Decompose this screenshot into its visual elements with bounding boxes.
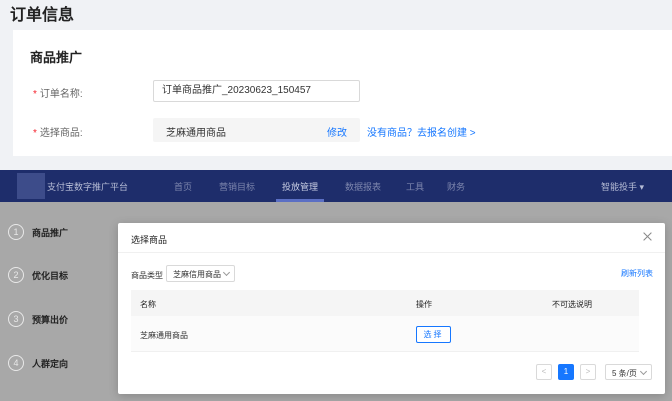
column-header-note: 不可选说明 xyxy=(552,300,592,309)
order-info-section: 订单信息 商品推广 * 订单名称: 订单商品推广_20230623_150457 … xyxy=(0,0,672,170)
product-label-text: 选择商品: xyxy=(39,128,83,139)
step-number: 1 xyxy=(8,224,24,240)
order-name-label: * 订单名称: xyxy=(33,85,83,100)
select-product-modal: 选择商品 商品类型 芝麻信用商品 刷新列表 名称 操作 不可选说明 芝麻通用商品… xyxy=(118,223,665,394)
nav-item-tools[interactable]: 工具 xyxy=(406,180,424,193)
step-number: 2 xyxy=(8,267,24,283)
chevron-down-icon xyxy=(222,268,231,277)
top-navbar: 支付宝数字推广平台 首页 营销目标 投放管理 数据报表 工具 财务 智能投手 ▾ xyxy=(0,170,672,202)
product-type-label: 商品类型 xyxy=(131,271,163,280)
platform-brand: 支付宝数字推广平台 xyxy=(47,182,129,192)
prev-page-button[interactable]: < xyxy=(536,364,552,380)
product-label: * 选择商品: xyxy=(33,124,83,139)
nav-item-reports[interactable]: 数据报表 xyxy=(345,180,381,193)
next-page-button[interactable]: > xyxy=(580,364,596,380)
chevron-down-icon xyxy=(639,367,648,376)
nav-item-home[interactable]: 首页 xyxy=(174,180,192,193)
platform-logo xyxy=(17,173,45,199)
step-label: 商品推广 xyxy=(32,228,69,238)
section-title: 商品推广 xyxy=(30,50,83,65)
nav-item-finance[interactable]: 财务 xyxy=(447,180,465,193)
step-number: 4 xyxy=(8,355,24,371)
select-product-button[interactable]: 选择 xyxy=(416,326,451,343)
order-name-input[interactable]: 订单商品推广_20230623_150457 xyxy=(153,80,360,102)
selected-product-field: 芝麻通用商品 修改 xyxy=(153,118,360,142)
nav-item-campaign-management[interactable]: 投放管理 xyxy=(282,180,318,193)
close-icon[interactable] xyxy=(641,230,655,244)
page-size-select[interactable]: 5 条/页 xyxy=(605,364,652,380)
modal-title: 选择商品 xyxy=(131,235,168,245)
create-product-link[interactable]: 没有商品？去报名创建 > xyxy=(367,124,476,139)
modal-header: 选择商品 xyxy=(118,223,665,253)
form-card: 商品推广 * 订单名称: 订单商品推广_20230623_150457 * 选择商品… xyxy=(13,30,672,156)
product-name-cell: 芝麻通用商品 xyxy=(140,331,188,340)
step-label: 预算出价 xyxy=(32,315,69,325)
page-title: 订单信息 xyxy=(10,7,75,24)
page-size-value: 5 条/页 xyxy=(612,369,637,378)
table-row: 芝麻通用商品 选择 xyxy=(131,316,639,352)
order-name-label-text: 订单名称: xyxy=(39,89,83,100)
nav-item-marketing-goal[interactable]: 营销目标 xyxy=(219,180,255,193)
column-header-action: 操作 xyxy=(416,300,432,309)
product-type-value: 芝麻信用商品 xyxy=(173,270,221,279)
step-label: 优化目标 xyxy=(32,271,69,281)
required-mark: * xyxy=(33,128,37,139)
step-label: 人群定向 xyxy=(32,359,69,369)
table-header: 名称 操作 不可选说明 xyxy=(131,290,639,316)
step-number: 3 xyxy=(8,311,24,327)
product-type-select[interactable]: 芝麻信用商品 xyxy=(166,265,235,282)
edit-product-link[interactable]: 修改 xyxy=(327,124,347,139)
column-header-name: 名称 xyxy=(140,300,156,309)
refresh-list-link[interactable]: 刷新列表 xyxy=(621,268,653,279)
selected-product-name: 芝麻通用商品 xyxy=(166,128,226,139)
smart-assistant-menu[interactable]: 智能投手 ▾ xyxy=(601,180,644,193)
page-1-button[interactable]: 1 xyxy=(558,364,574,380)
required-mark: * xyxy=(33,89,37,100)
